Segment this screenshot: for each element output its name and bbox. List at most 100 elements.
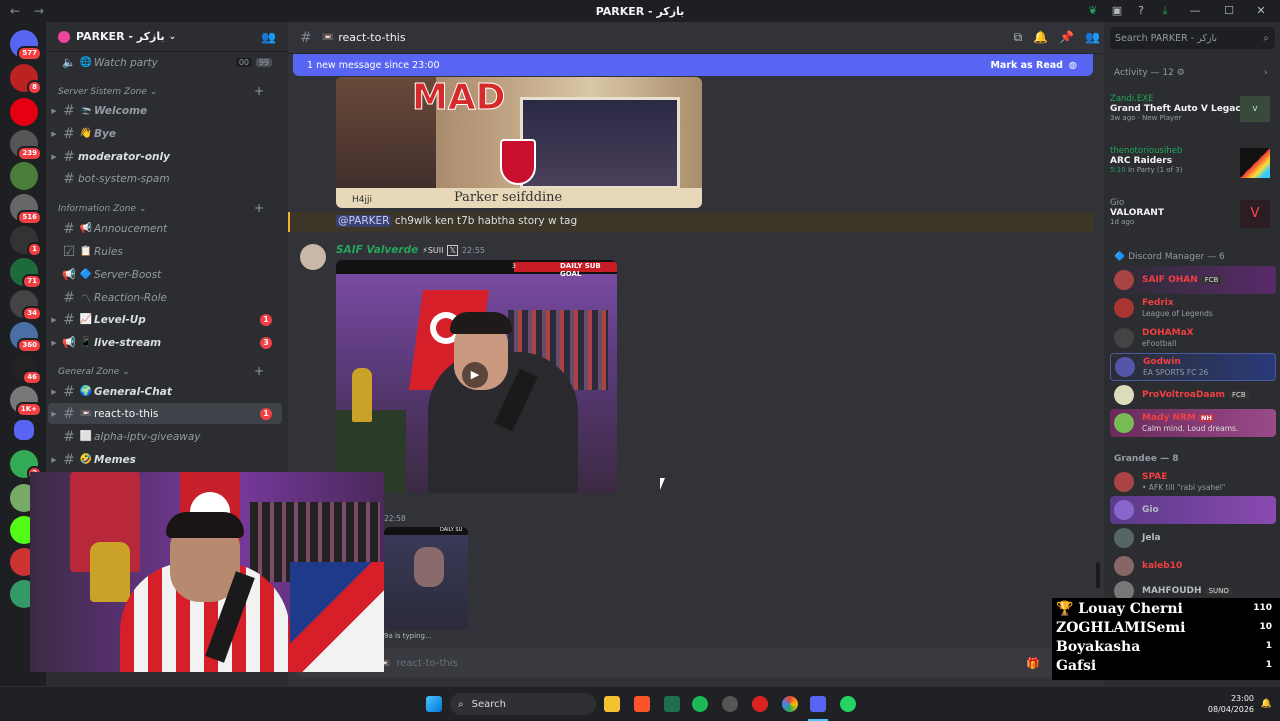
member-item[interactable]: Fedrix League of Legends [1110,294,1276,322]
channel-live-stream[interactable]: ▶ 📢 📱 live-stream 3 [48,332,282,353]
leaderboard-name: Boyakasha [1056,639,1141,655]
channel-level-up[interactable]: ▶ # 📈 Level-Up 1 [48,309,282,330]
channel-memes[interactable]: ▶ # 🤣 Memes [48,449,282,470]
add-channel-icon[interactable]: + [254,201,264,215]
play-icon[interactable]: ▶ [462,362,488,388]
member-item[interactable]: kaleb10 [1110,552,1276,580]
channel-annoucement[interactable]: # 📢 Annoucement [48,218,282,239]
channel-moderator-only[interactable]: ▶ # moderator-only [48,146,282,167]
mark-as-read-button[interactable]: Mark as Read [990,60,1063,71]
member-status: eFootball [1142,339,1177,348]
server-icon[interactable]: 71 [10,258,42,289]
category-server-system[interactable]: Server Sistem Zone ⌄ + [58,84,264,98]
bell-icon[interactable]: 🔔 [1033,30,1048,45]
threads-icon[interactable]: ⧉ [1014,30,1023,45]
help-icon[interactable]: ? [1132,2,1150,20]
app-icon[interactable] [664,696,680,712]
minimize-button[interactable]: — [1180,2,1210,20]
folder-icon[interactable] [14,420,34,440]
member-item[interactable]: SPAE • AFK till "rabi ysahel" [1110,468,1276,496]
search-input[interactable]: Search PARKER - بازكر ⌕ [1110,27,1275,49]
channel-react-to-this[interactable]: ▶ # 📼 react-to-this 1 [48,403,282,424]
add-member-icon[interactable]: 👥 [261,30,276,44]
guild-header[interactable]: PARKER - بازكر ⌄ 👥 [46,22,288,52]
server-icon[interactable]: 1 [10,226,42,257]
author-name[interactable]: SAIF Valverde [336,244,418,256]
file-explorer-icon[interactable] [604,696,620,712]
server-icon[interactable]: 360 [10,322,42,353]
server-icon[interactable]: 46 [10,354,42,385]
avatar [1114,385,1134,405]
new-messages-bar[interactable]: 1 new message since 23:00 Mark as Read ◍ [293,54,1093,76]
server-icon[interactable]: 1K+ [10,386,42,417]
category-information[interactable]: Information Zone ⌄ + [58,201,264,215]
member-item[interactable]: Jela [1110,524,1276,552]
inbox-icon[interactable]: ▣ [1108,2,1126,20]
gift-icon[interactable]: 🎁 [1026,657,1040,670]
channel-bye[interactable]: ▶ # 👋 Bye [48,123,282,144]
pin-icon[interactable]: 📌 [1059,30,1074,45]
channel-server-boost[interactable]: 📢 🔷 Server-Boost [48,264,282,285]
activity-card[interactable]: Zandi.EXE Grand Theft Auto V Legacy 3w a… [1110,94,1274,122]
channel-emoji: ⬜ [79,431,93,442]
chrome-icon[interactable] [782,696,798,712]
member-item[interactable]: ProVoltroaDaam FCB [1110,381,1276,409]
download-icon[interactable]: ⤓ [1156,2,1174,20]
member-item[interactable]: Gio [1110,496,1276,524]
back-arrow-icon[interactable]: ← [10,4,24,18]
brave-icon[interactable] [634,696,650,712]
channel-alpha-iptv-giveaway[interactable]: # ⬜ alpha-iptv-giveaway [48,426,282,447]
spotify-icon[interactable] [692,696,708,712]
channel-welcome[interactable]: ▶ # 🛬 Welcome [48,100,282,121]
windows-start-icon[interactable] [426,696,442,712]
activity-header[interactable]: Activity — 12 ⚙ › [1114,68,1268,78]
activity-card[interactable]: thenotoriousiheb ARC Raiders 5:10 In Par… [1110,146,1274,178]
avatar[interactable] [300,244,326,270]
video-attachment[interactable]: DAILY SUB GOAL 3 ▶ [336,260,617,493]
video-attachment[interactable]: DAILY SU [384,527,468,629]
user-mention[interactable]: @PARKER [336,215,392,227]
clock[interactable]: 23:00 08/04/2026 [1208,693,1254,715]
members-icon[interactable]: 👥 [1085,30,1100,45]
close-button[interactable]: ✕ [1248,2,1274,20]
add-channel-icon[interactable]: + [254,84,264,98]
channel-name: Bye [94,127,116,140]
channel-emoji: 👋 [79,128,93,139]
channel-reaction-role[interactable]: # 〽 Reaction-Role [48,287,282,308]
add-channel-icon[interactable]: + [254,364,264,378]
search-icon: ⌕ [458,698,464,710]
maximize-button[interactable]: ☐ [1216,2,1242,20]
chevron-right-icon[interactable]: › [1264,68,1268,78]
server-icon[interactable]: 516 [10,194,42,225]
server-icon[interactable]: 34 [10,290,42,321]
notification-bell-icon[interactable]: 🔔 [1261,699,1272,709]
server-icon[interactable]: 8 [10,64,42,95]
server-icon[interactable]: 577 [10,30,42,61]
channel-bot-system-spam[interactable]: # bot-system-spam [48,168,282,189]
thumbnail-image[interactable]: MAD Parker seifddine H4jji [336,77,702,208]
opera-icon[interactable] [752,696,768,712]
server-icon[interactable]: 239 [10,130,42,161]
voice-channel-watch-party[interactable]: 🔈 🌐 Watch party 00 99 [48,52,282,73]
member-item[interactable]: Godwin EA SPORTS FC 26 [1110,353,1276,381]
whatsapp-icon[interactable] [840,696,856,712]
discord-icon[interactable] [810,696,826,712]
member-item[interactable]: SAIF OHAN FCB [1110,266,1276,294]
gear-icon[interactable]: ⚙ [1177,68,1185,78]
taskbar-search[interactable]: ⌕ Search [450,693,596,715]
member-item[interactable]: DOHAMaX eFootball [1110,324,1276,352]
channel-general-chat[interactable]: ▶ # 🌍 General-Chat [48,381,282,402]
forward-arrow-icon[interactable]: → [34,4,48,18]
scrollbar[interactable] [1096,562,1100,588]
server-icon[interactable] [10,162,38,190]
server-icon[interactable] [10,98,38,126]
member-item[interactable]: Mady NRM NH Calm mind. Loud dreams. [1110,409,1276,437]
member-status: Calm mind. Loud dreams. [1142,424,1239,433]
activity-card[interactable]: Gio VALORANT 1d ago V [1110,198,1274,228]
nitro-icon[interactable]: ❦ [1084,2,1102,20]
thumbnail-watermark: MAD [412,77,507,119]
category-general[interactable]: General Zone ⌄ + [58,364,264,378]
channel-rules[interactable]: ☑ 📋 Rules [48,241,282,262]
steam-icon[interactable] [722,696,738,712]
member-name: DOHAMaX [1142,328,1194,338]
